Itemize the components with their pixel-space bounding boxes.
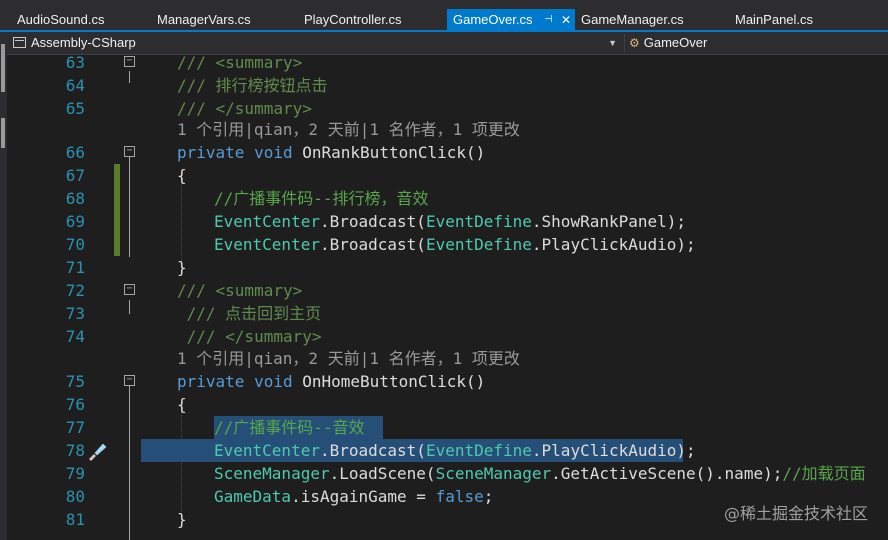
tab-gameover[interactable]: GameOver.cs ⊣ ✕ bbox=[447, 9, 575, 31]
collapse-icon[interactable]: − bbox=[124, 56, 135, 67]
tab-label: GameOver.cs bbox=[453, 12, 533, 27]
code-text: /// <summary> bbox=[177, 281, 303, 300]
tab-label: AudioSound.cs bbox=[17, 12, 105, 27]
tab-strip: AudioSound.cs ManagerVars.cs PlayControl… bbox=[0, 0, 888, 31]
code-text: //广播事件码--音效 bbox=[214, 418, 365, 437]
line-number: 69 bbox=[65, 212, 85, 231]
line-number: 71 bbox=[65, 258, 85, 277]
code-text: EventCenter.Broadcast(EventDefine.PlayCl… bbox=[214, 441, 696, 460]
collapse-icon[interactable]: − bbox=[124, 375, 135, 386]
line-number: 66 bbox=[65, 143, 85, 162]
codelens-text[interactable]: 1 个引用|qian，2 天前|1 名作者，1 项更改 bbox=[177, 118, 520, 141]
class-label: GameOver bbox=[643, 35, 708, 50]
line-number: 73 bbox=[65, 304, 85, 323]
tab-label: MainPanel.cs bbox=[735, 12, 814, 27]
line-number: 79 bbox=[65, 464, 85, 483]
chevron-down-icon[interactable]: ▼ bbox=[608, 34, 617, 52]
code-line[interactable]: 75 − private void OnHomeButtonClick() bbox=[7, 370, 888, 393]
code-editor[interactable]: 63 − /// <summary> 64 /// 排行榜按钮点击 65 ///… bbox=[7, 55, 888, 540]
project-icon bbox=[13, 37, 26, 49]
line-number: 78 bbox=[65, 441, 85, 460]
code-text: EventCenter.Broadcast(EventDefine.ShowRa… bbox=[214, 212, 687, 231]
code-line[interactable]: 63 − /// <summary> bbox=[7, 55, 888, 74]
code-line[interactable]: 64 /// 排行榜按钮点击 bbox=[7, 74, 888, 97]
code-line[interactable]: 76 { bbox=[7, 393, 888, 416]
code-line[interactable]: 66 − private void OnRankButtonClick() bbox=[7, 141, 888, 164]
code-line[interactable]: 74 /// </summary> bbox=[7, 325, 888, 348]
code-text: /// <summary> bbox=[177, 55, 303, 72]
line-number: 72 bbox=[65, 281, 85, 300]
side-tool-strip[interactable] bbox=[0, 32, 7, 540]
code-text: } bbox=[177, 258, 187, 277]
tab-audiosound[interactable]: AudioSound.cs bbox=[0, 9, 140, 31]
tab-playcontroller[interactable]: PlayController.cs bbox=[287, 9, 447, 31]
line-number: 67 bbox=[65, 166, 85, 185]
code-text: EventCenter.Broadcast(EventDefine.PlayCl… bbox=[214, 235, 696, 254]
tab-managervars[interactable]: ManagerVars.cs bbox=[140, 9, 287, 31]
code-line[interactable]: 69 EventCenter.Broadcast(EventDefine.Sho… bbox=[7, 210, 888, 233]
code-line[interactable]: 70 EventCenter.Broadcast(EventDefine.Pla… bbox=[7, 233, 888, 256]
code-text: { bbox=[177, 166, 187, 185]
tab-gamemanager[interactable]: GameManager.cs bbox=[575, 9, 725, 31]
code-text: /// 排行榜按钮点击 bbox=[177, 76, 328, 95]
line-number: 81 bbox=[65, 510, 85, 529]
line-number: 75 bbox=[65, 372, 85, 391]
line-number: 77 bbox=[65, 418, 85, 437]
code-text: /// </summary> bbox=[177, 99, 312, 118]
line-number: 76 bbox=[65, 395, 85, 414]
code-line[interactable]: 71 } bbox=[7, 256, 888, 279]
line-number: 80 bbox=[65, 487, 85, 506]
class-dropdown[interactable]: ⚙ GameOver bbox=[624, 34, 888, 52]
tab-label: ManagerVars.cs bbox=[157, 12, 251, 27]
quick-actions-brush-icon[interactable] bbox=[85, 439, 109, 462]
line-number: 64 bbox=[65, 76, 85, 95]
watermark: @稀土掘金技术社区 bbox=[723, 504, 868, 523]
tab-mainpanel[interactable]: MainPanel.cs bbox=[725, 9, 865, 31]
code-text: private void OnRankButtonClick() bbox=[177, 143, 486, 162]
tab-label: PlayController.cs bbox=[304, 12, 402, 27]
code-line[interactable]: 79 SceneManager.LoadScene(SceneManager.G… bbox=[7, 462, 888, 485]
line-number: 65 bbox=[65, 99, 85, 118]
code-line[interactable]: 68 //广播事件码--排行榜，音效 bbox=[7, 187, 888, 210]
navigation-bar: Assembly-CSharp ▼ ⚙ GameOver bbox=[7, 32, 888, 55]
project-label: Assembly-CSharp bbox=[31, 35, 136, 50]
line-number: 63 bbox=[65, 55, 85, 72]
collapse-icon[interactable]: − bbox=[124, 284, 135, 295]
code-text: /// 点击回到主页 bbox=[177, 304, 322, 323]
code-text: //广播事件码--排行榜，音效 bbox=[214, 189, 429, 208]
collapse-icon[interactable]: − bbox=[124, 146, 135, 157]
code-line[interactable]: 77 //广播事件码--音效 bbox=[7, 416, 888, 439]
code-text: GameData.isAgainGame = false; bbox=[214, 487, 494, 506]
code-line[interactable]: 73 /// 点击回到主页 bbox=[7, 302, 888, 325]
codelens-text[interactable]: 1 个引用|qian，2 天前|1 名作者，1 项更改 bbox=[177, 347, 520, 370]
code-line[interactable]: 72 − /// <summary> bbox=[7, 279, 888, 302]
line-number: 74 bbox=[65, 327, 85, 346]
code-text: SceneManager.LoadScene(SceneManager.GetA… bbox=[214, 464, 866, 483]
code-text: } bbox=[177, 510, 187, 529]
close-icon[interactable]: ✕ bbox=[561, 9, 571, 31]
code-line[interactable]: 78 EventCenter.Broadcast(EventDefine.Pla… bbox=[7, 439, 888, 462]
code-line[interactable]: 65 /// </summary> bbox=[7, 97, 888, 120]
project-dropdown[interactable]: Assembly-CSharp ▼ bbox=[13, 34, 623, 52]
code-text: private void OnHomeButtonClick() bbox=[177, 372, 486, 391]
class-icon: ⚙ bbox=[629, 36, 640, 50]
code-line[interactable]: 67 { bbox=[7, 164, 888, 187]
pin-icon[interactable]: ⊣ bbox=[544, 9, 553, 31]
codelens[interactable]: 1 个引用|qian，2 天前|1 名作者，1 项更改 bbox=[7, 347, 888, 370]
codelens[interactable]: 1 个引用|qian，2 天前|1 名作者，1 项更改 bbox=[7, 118, 888, 141]
line-number: 70 bbox=[65, 235, 85, 254]
code-text: /// </summary> bbox=[177, 327, 322, 346]
code-text: { bbox=[177, 395, 187, 414]
tab-label: GameManager.cs bbox=[581, 12, 684, 27]
line-number: 68 bbox=[65, 189, 85, 208]
